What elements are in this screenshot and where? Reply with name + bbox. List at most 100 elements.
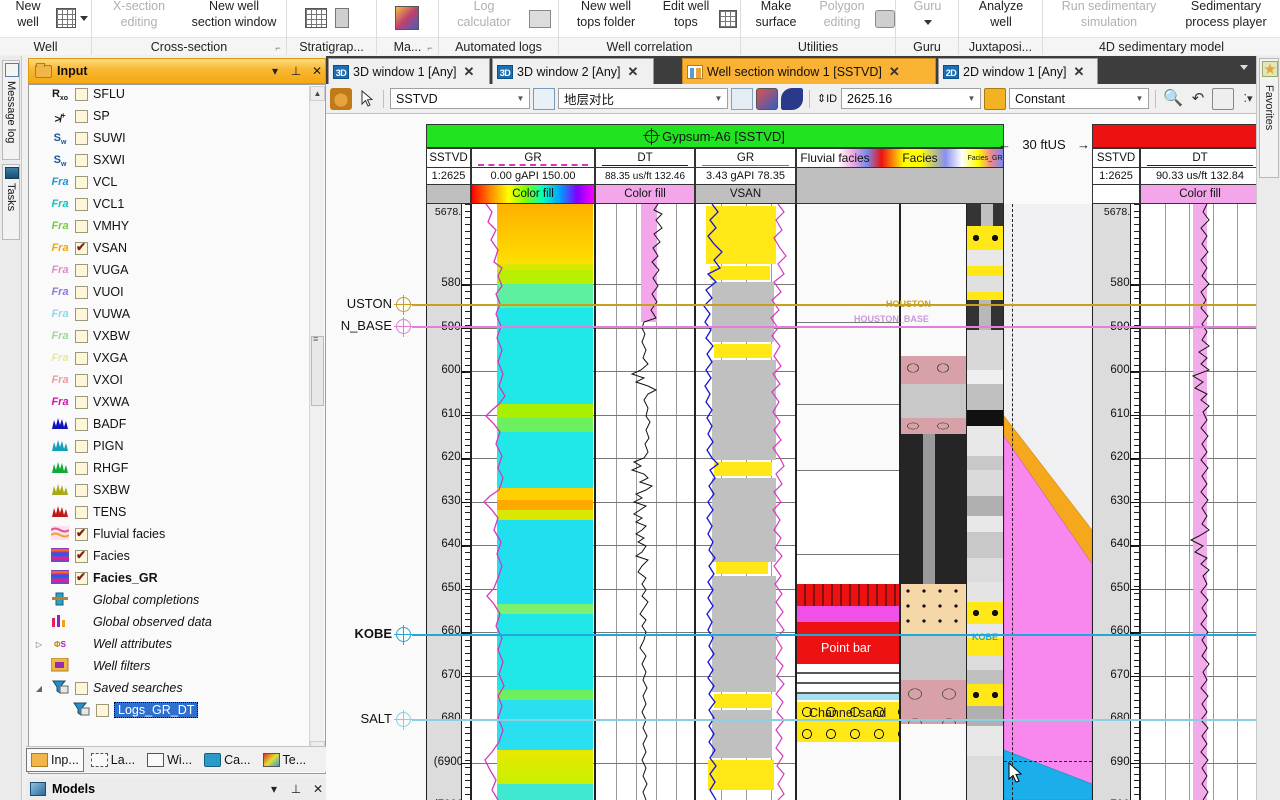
cross-section-dialog-launcher-icon[interactable]: ⌐ [273, 43, 283, 53]
checkbox-sp[interactable] [75, 109, 88, 123]
tree-item-fluvial-facies[interactable]: Fluvial facies [29, 523, 309, 545]
tree-item-global-completions[interactable]: Global completions [29, 589, 309, 611]
tab-2d-window-1[interactable]: 2D 2D window 1 [Any] ✕ [938, 58, 1098, 84]
models-pin-icon[interactable]: ⊥ [288, 782, 304, 796]
input-tree[interactable]: Rxo SFLU ≯+ SP Sw SUWI Sw SXWI Fra VCL Fra VCL… [28, 84, 326, 774]
marker-label-houston_base[interactable]: N_BASE [326, 318, 392, 333]
template-combo[interactable]: 地层对比 ▼ [558, 88, 728, 109]
tree-vertical-scrollbar[interactable]: ▲ ≡ ▼ [309, 86, 325, 756]
checkbox-sxwi[interactable] [75, 153, 88, 167]
tab-2d-window-1-close-icon[interactable]: ✕ [1071, 64, 1088, 80]
facies-track-gr[interactable] [966, 204, 1004, 800]
track-header-dt-2[interactable]: DT 90.33 us/ft 132.84 Color fill [1140, 148, 1256, 204]
models-chevron-down-icon[interactable]: ▾ [266, 782, 282, 796]
tree-item-vxbw[interactable]: Fra VXBW [29, 325, 309, 347]
analyze-well-label2[interactable]: well [959, 16, 1043, 29]
sidebar-item-favorites[interactable]: ★ Favorites [1259, 58, 1279, 178]
tree-item-sp[interactable]: ≯+ SP [29, 105, 309, 127]
marker-symbol-houston[interactable] [394, 295, 414, 315]
guru-dropdown-caret-icon[interactable] [924, 20, 932, 25]
checkbox-logs-gr-dt[interactable] [96, 703, 109, 717]
undo-icon[interactable]: ↶ [1187, 88, 1209, 110]
new-well-button-label2[interactable]: well [0, 16, 56, 29]
scroll-up-arrow-icon[interactable]: ▲ [310, 86, 325, 101]
guru-button-label[interactable]: Guru [896, 0, 959, 13]
checkbox-vmhy[interactable] [75, 219, 88, 233]
settings-icon[interactable] [731, 87, 753, 110]
models-close-icon[interactable]: ✕ [310, 782, 326, 796]
tab-overflow-dropdown-icon[interactable] [1240, 65, 1248, 70]
tree-item-sflu[interactable]: Rxo SFLU [29, 85, 309, 105]
depth-input[interactable]: 2625.16 ▼ [841, 88, 981, 109]
checkbox-fluvial-facies[interactable] [75, 526, 88, 541]
checkbox-vsan[interactable] [75, 240, 88, 255]
log-calculator-icon[interactable] [529, 10, 551, 28]
tab-3d-window-1-close-icon[interactable]: ✕ [461, 64, 478, 80]
checkbox-facies[interactable] [75, 548, 88, 563]
well-section-canvas[interactable]: Gypsum-A6 [SSTVD] ← 30 ftUS → SSTVD 1:26… [326, 114, 1256, 800]
marker-symbol-kobe[interactable] [394, 625, 414, 645]
tree-item-saved-searches[interactable]: ◢ Saved searches [29, 677, 309, 699]
well-header-bar-2[interactable] [1092, 124, 1256, 148]
marker-symbol-salt[interactable] [394, 710, 414, 730]
checkbox-suwi[interactable] [75, 131, 88, 145]
expander-collapsed-icon[interactable]: ▷ [33, 640, 45, 649]
checkbox-badf[interactable] [75, 417, 88, 431]
well-grid-icon[interactable] [56, 8, 76, 28]
analyze-well-label1[interactable]: Analyze [959, 0, 1043, 13]
stratigraphy-table-icon[interactable] [305, 8, 327, 28]
template-icon[interactable] [533, 87, 555, 110]
chevron-down-icon[interactable]: ▼ [965, 94, 978, 103]
pane-tab-te[interactable]: Te... [258, 748, 312, 772]
checkbox-pign[interactable] [75, 439, 88, 453]
tab-3d-window-2[interactable]: 3D 3D window 2 [Any] ✕ [492, 58, 654, 84]
checkbox-saved-searches[interactable] [75, 681, 88, 695]
tab-well-section-window-1[interactable]: Well section window 1 [SSTVD] ✕ [682, 58, 936, 84]
tree-item-sxbw[interactable]: SXBW [29, 479, 309, 501]
new-well-tops-folder-label2[interactable]: tops folder [561, 16, 651, 29]
lock-icon[interactable] [984, 87, 1006, 110]
chevron-down-icon[interactable]: ▼ [1133, 94, 1146, 103]
new-well-button-label1[interactable]: New [0, 0, 56, 13]
track-header-depth-2[interactable]: SSTVD 1:2625 [1092, 148, 1140, 204]
tab-well-section-window-1-close-icon[interactable]: ✕ [886, 64, 903, 80]
lock-mode-combo[interactable]: Constant ▼ [1009, 88, 1149, 109]
select-arrow-tool-icon[interactable] [355, 87, 377, 110]
stratigraphy-column-icon[interactable] [335, 8, 349, 28]
track-header-gr-1[interactable]: GR 0.00 gAPI 150.00 Color fill [471, 148, 595, 204]
tree-item-well-filters[interactable]: Well filters [29, 655, 309, 677]
track-header-gr-2[interactable]: GR 3.43 gAPI 78.35 VSAN [695, 148, 796, 204]
pane-tab-wi[interactable]: Wi... [142, 748, 197, 772]
tree-item-global-observed-data[interactable]: Global observed data [29, 611, 309, 633]
tree-item-well-attributes[interactable]: ▷ ΦS Well attributes [29, 633, 309, 655]
tree-item-facies-gr[interactable]: Facies_GR [29, 567, 309, 589]
facies-track-fluvial[interactable]: Point bar Channel sand [796, 204, 900, 800]
search-icon[interactable]: 🔍 [1162, 88, 1184, 110]
sidebar-item-tasks[interactable]: Tasks [2, 164, 20, 240]
sidebar-item-message-log[interactable]: Message log [2, 60, 20, 160]
chevron-down-icon[interactable]: ▼ [712, 94, 725, 103]
checkbox-vcl[interactable] [75, 175, 88, 189]
chevron-down-icon[interactable]: ▾ [267, 64, 283, 78]
track-header-dt-1[interactable]: DT 88.35 us/ft 132.46 Color fill [595, 148, 695, 204]
tree-scroll-thumb[interactable] [311, 336, 324, 406]
snapshot-icon[interactable] [1212, 87, 1234, 110]
checkbox-vuga[interactable] [75, 263, 88, 277]
checkbox-vcl1[interactable] [75, 197, 88, 211]
checkbox-vuoi[interactable] [75, 285, 88, 299]
checkbox-sflu[interactable] [75, 87, 88, 101]
marker-label-kobe[interactable]: KOBE [326, 626, 392, 641]
pane-tab-inp[interactable]: Inp... [26, 747, 84, 772]
tree-item-pign[interactable]: PIGN [29, 435, 309, 457]
checkbox-sxbw[interactable] [75, 483, 88, 497]
checkbox-vxga[interactable] [75, 351, 88, 365]
edit-well-tops-label1[interactable]: Edit well [653, 0, 719, 13]
sedimentary-process-player-label1[interactable]: Sedimentary [1173, 0, 1279, 13]
track-header-facies-group[interactable]: Fluvial facies Facies Facies_GR [796, 148, 1004, 204]
marker-label-houston[interactable]: USTON [326, 296, 392, 311]
tree-item-vcl[interactable]: Fra VCL [29, 171, 309, 193]
checkbox-vuwa[interactable] [75, 307, 88, 321]
make-surface-label2[interactable]: surface [745, 16, 807, 29]
tree-item-vxoi[interactable]: Fra VXOI [29, 369, 309, 391]
tree-item-tens[interactable]: TENS [29, 501, 309, 523]
